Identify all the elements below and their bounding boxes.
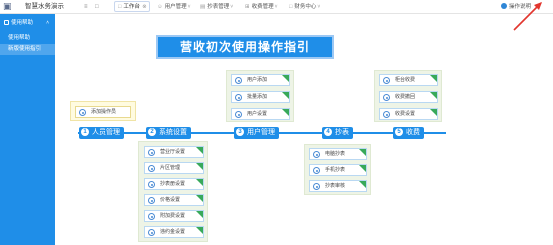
step-user-management[interactable]: 3 用户管理 xyxy=(234,127,279,139)
page-title: 营收初次使用操作指引 xyxy=(156,35,334,59)
help-icon xyxy=(500,3,507,9)
step-meter-reading[interactable]: 4 抄表 xyxy=(322,127,353,139)
sidebar: 使用帮助 ˄ 使用帮助 新版使用指引 xyxy=(0,14,55,245)
sidebar-item-help[interactable]: 使用帮助 xyxy=(0,33,55,43)
corner-mark xyxy=(430,75,437,82)
computer-icon xyxy=(313,151,320,158)
card-area-management[interactable]: 片区管理 xyxy=(144,162,204,174)
chevron-down-icon: ˅ xyxy=(317,4,321,10)
hall-icon xyxy=(148,149,155,156)
sidebar-item-new-guide[interactable]: 新版使用指引 xyxy=(0,44,55,55)
corner-mark xyxy=(196,147,203,154)
tab-workbench[interactable]: □ 工作台 ⊗ xyxy=(114,1,151,12)
card-penalty-settings[interactable]: 违约金设置 xyxy=(144,226,204,238)
card-fee-revoke[interactable]: 收费撤回 xyxy=(379,91,438,103)
chevron-down-icon: ˅ xyxy=(274,4,278,10)
card-fee-settings[interactable]: 收费设置 xyxy=(379,108,438,120)
tab-meter-management[interactable]: ▤ 抄表管理˅ xyxy=(200,1,233,13)
user-icon xyxy=(79,109,86,116)
square-icon[interactable]: □ xyxy=(95,2,99,12)
card-surcharge-settings[interactable]: 附加费设置 xyxy=(144,210,204,222)
app-title: 智慧水务演示 xyxy=(25,3,64,10)
card-reading-review[interactable]: 抄表审核 xyxy=(309,180,367,192)
logo-icon: ▣ xyxy=(3,1,12,11)
book-icon xyxy=(148,181,155,188)
chevron-down-icon: ˅ xyxy=(187,4,191,10)
corner-mark xyxy=(282,75,289,82)
meter-icon: ▤ xyxy=(200,4,206,10)
card-batch-add[interactable]: 批量添加 xyxy=(231,91,290,103)
card-meter-book[interactable]: 抄表册设置 xyxy=(144,178,204,190)
corner-mark xyxy=(282,109,289,116)
corner-mark xyxy=(282,92,289,99)
home-icon: □ xyxy=(118,4,122,10)
corner-mark xyxy=(359,165,366,172)
tab-user-management[interactable]: ☺ 用户管理˅ xyxy=(157,1,191,13)
tab-finance-center[interactable]: □ 财务中心˅ xyxy=(289,1,320,13)
user-gear-icon xyxy=(235,111,242,118)
price-icon xyxy=(148,197,155,204)
corner-mark xyxy=(196,211,203,218)
card-price-settings[interactable]: 价格设置 xyxy=(144,194,204,206)
step-system-settings[interactable]: 2 系统设置 xyxy=(146,127,191,139)
corner-mark xyxy=(430,92,437,99)
card-user-settings[interactable]: 用户设置 xyxy=(231,108,290,120)
menu-icon[interactable]: ≡ xyxy=(84,2,88,12)
doc-icon: □ xyxy=(289,4,293,10)
corner-mark xyxy=(359,181,366,188)
chevron-up-icon: ˄ xyxy=(46,20,49,26)
corner-mark xyxy=(430,109,437,116)
revoke-icon xyxy=(383,94,390,101)
chevron-down-icon: ˅ xyxy=(230,4,234,10)
corner-mark xyxy=(196,179,203,186)
area-icon xyxy=(148,165,155,172)
card-counter-fee[interactable]: 柜台收费 xyxy=(379,74,438,86)
grid-icon xyxy=(4,19,9,25)
corner-mark xyxy=(196,227,203,234)
phone-icon xyxy=(313,167,320,174)
user-add-icon xyxy=(235,77,242,84)
staff-group: 添加操作员 xyxy=(70,101,136,121)
card-business-hall[interactable]: 营业厅设置 xyxy=(144,146,204,158)
fee-group: 柜台收费 收费撤回 收费设置 xyxy=(374,70,442,122)
corner-mark xyxy=(359,149,366,156)
card-add-operator[interactable]: 添加操作员 xyxy=(75,106,131,118)
corner-mark xyxy=(196,163,203,170)
close-icon[interactable]: ⊗ xyxy=(141,4,146,10)
card-pc-reading[interactable]: 电脑抄表 xyxy=(309,148,367,160)
grid-icon: ⊞ xyxy=(245,4,250,10)
sidebar-group-help[interactable]: 使用帮助 ˄ xyxy=(0,18,55,29)
corner-mark xyxy=(196,195,203,202)
tab-fee-management[interactable]: ⊞ 收费管理˅ xyxy=(245,1,278,13)
review-icon xyxy=(313,183,320,190)
meter-reading-group: 电脑抄表 手机抄表 抄表审核 xyxy=(304,144,371,195)
penalty-icon xyxy=(148,229,155,236)
step-staff-management[interactable]: 1 人员管理 xyxy=(79,127,124,139)
user-icon: ☺ xyxy=(157,4,163,10)
fee-settings-icon xyxy=(383,111,390,118)
help-link[interactable]: 操作说明 xyxy=(500,1,531,13)
users-icon xyxy=(235,94,242,101)
step-fee-collection[interactable]: 5 收费 xyxy=(393,127,424,139)
surcharge-icon xyxy=(148,213,155,220)
user-management-group: 用户添加 批量添加 用户设置 xyxy=(226,70,294,122)
card-user-add[interactable]: 用户添加 xyxy=(231,74,290,86)
system-settings-group: 营业厅设置 片区管理 抄表册设置 价格设置 附加费设置 违约金设置 xyxy=(138,141,208,242)
counter-icon xyxy=(383,77,390,84)
top-bar: ▣ 智慧水务演示 ≡ □ □ 工作台 ⊗ ☺ 用户管理˅ ▤ 抄表管理˅ ⊞ 收费管理˅… xyxy=(0,0,553,14)
card-mobile-reading[interactable]: 手机抄表 xyxy=(309,164,367,176)
